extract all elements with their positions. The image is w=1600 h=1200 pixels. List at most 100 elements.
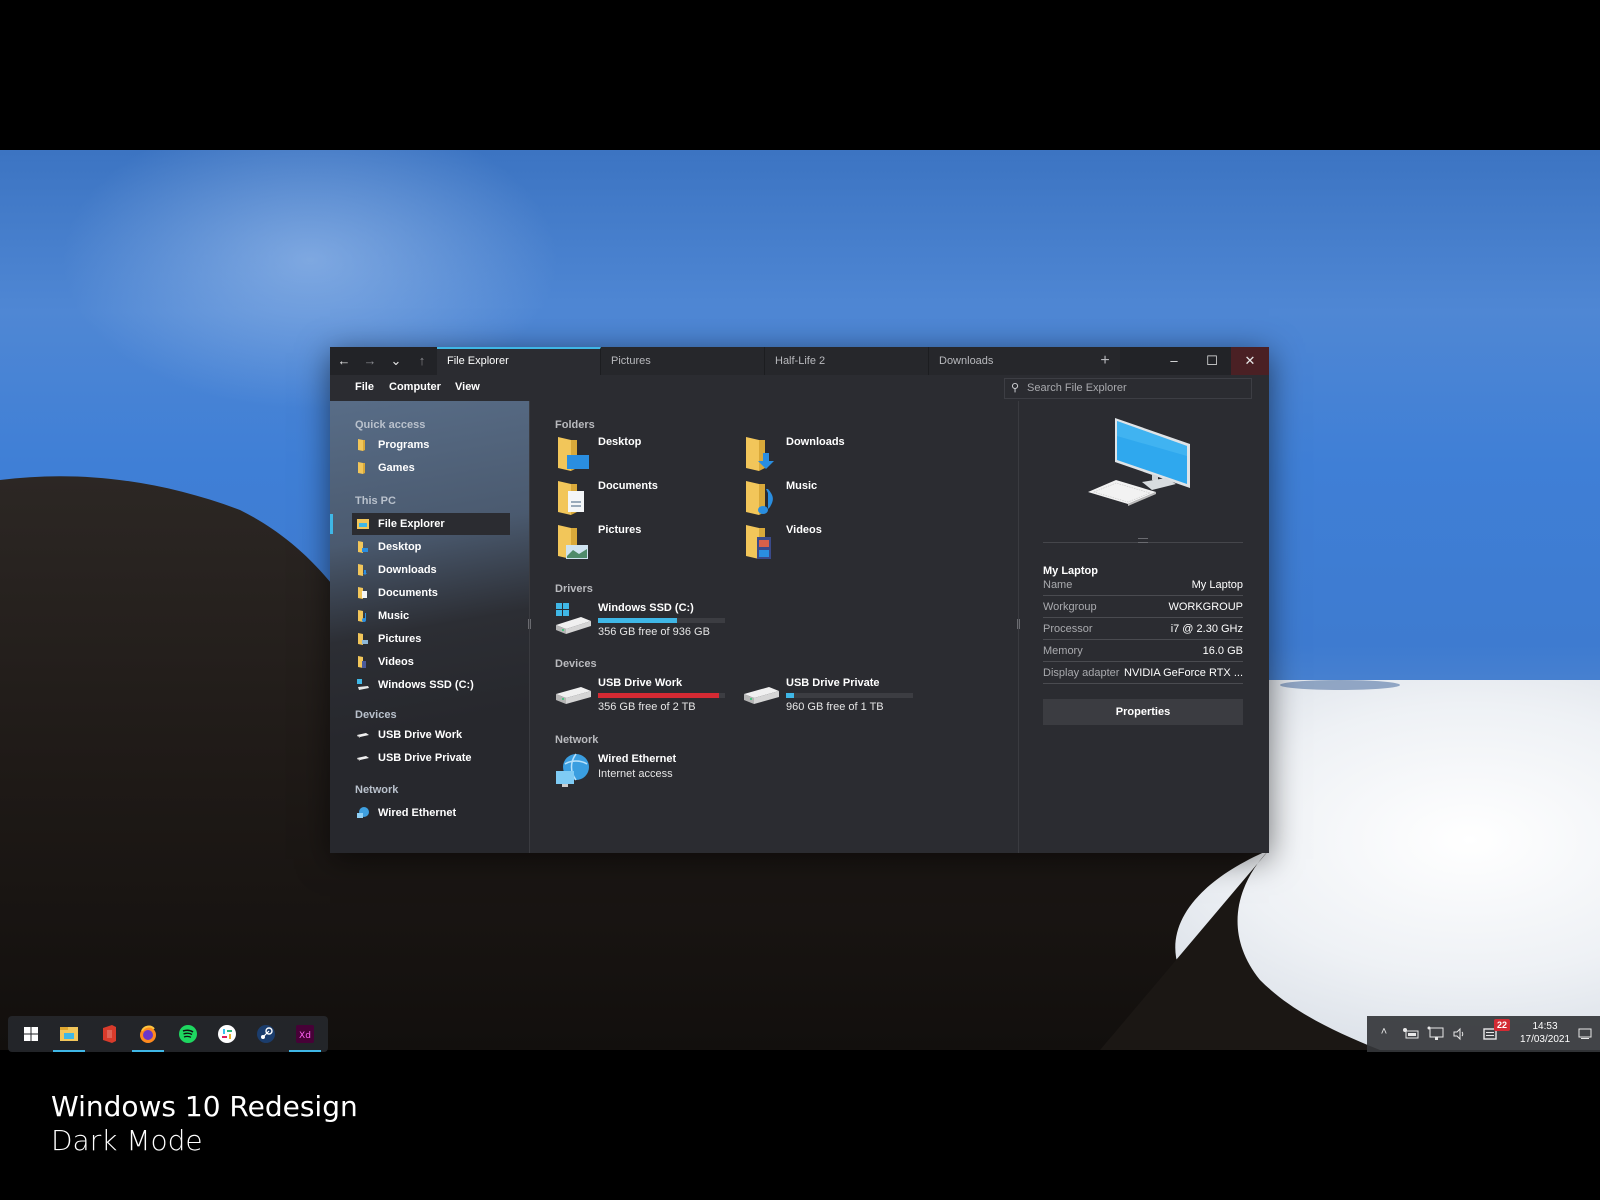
tab-file-explorer[interactable]: File Explorer bbox=[437, 347, 601, 375]
usb-drive-icon bbox=[744, 687, 779, 704]
sidebar-section-quick-access: Quick access bbox=[355, 419, 426, 431]
menu-computer[interactable]: Computer bbox=[389, 381, 441, 393]
sidebar-item-desktop[interactable]: Desktop bbox=[352, 536, 508, 558]
firefox-icon[interactable] bbox=[137, 1023, 159, 1045]
taskbar: Xd bbox=[8, 1016, 328, 1052]
search-icon: ⚲ bbox=[1011, 382, 1020, 394]
clock-time: 14:53 bbox=[1532, 1021, 1558, 1032]
adobe-xd-icon[interactable]: Xd bbox=[294, 1023, 316, 1045]
forward-button[interactable]: → bbox=[360, 352, 380, 370]
device-tile-usb-drive-work[interactable]: USB Drive Work 356 GB free of 2 TB bbox=[555, 676, 735, 716]
network-status-icon[interactable] bbox=[1427, 1026, 1445, 1042]
menu-file[interactable]: File bbox=[355, 381, 374, 393]
volume-icon[interactable] bbox=[1452, 1027, 1468, 1041]
system-tray: ˄ 22 14:53 17/03/2021 bbox=[1367, 1016, 1600, 1052]
file-explorer-window: ← → ⌄ ↑ File Explorer Pictures Half-Life… bbox=[330, 347, 1269, 853]
documents-folder-icon bbox=[558, 481, 584, 515]
properties-button[interactable]: Properties bbox=[1043, 699, 1243, 725]
documents-folder-icon bbox=[358, 587, 367, 599]
sidebar-item-music[interactable]: Music bbox=[352, 605, 508, 627]
close-button[interactable]: ✕ bbox=[1231, 347, 1269, 375]
up-button[interactable]: ↑ bbox=[412, 352, 432, 370]
caption-title: Windows 10 Redesign bbox=[51, 1090, 358, 1123]
property-value: My Laptop bbox=[1191, 579, 1243, 591]
device-usage-fill bbox=[786, 693, 794, 698]
property-value: WORKGROUP bbox=[1168, 601, 1243, 613]
property-value: 16.0 GB bbox=[1202, 645, 1243, 657]
videos-folder-icon bbox=[358, 656, 366, 668]
music-folder-icon bbox=[358, 610, 366, 622]
sidebar-item-file-explorer[interactable]: File Explorer bbox=[352, 513, 510, 535]
drivers-heading: Drivers bbox=[555, 583, 593, 595]
sidebar-item-label: Windows SSD (C:) bbox=[378, 679, 474, 691]
network-tile-wired-ethernet[interactable]: Wired Ethernet Internet access bbox=[555, 752, 735, 792]
sidebar-item-label: Games bbox=[378, 462, 415, 474]
show-hidden-icons-chevron[interactable]: ˄ bbox=[1374, 1026, 1394, 1038]
folder-tile-music[interactable]: Music bbox=[743, 479, 923, 519]
spotify-icon[interactable] bbox=[177, 1023, 199, 1045]
folder-tile-desktop[interactable]: Desktop bbox=[555, 435, 735, 475]
minimize-button[interactable]: – bbox=[1155, 347, 1193, 375]
downloads-folder-icon bbox=[746, 437, 774, 471]
device-tile-usb-drive-private[interactable]: USB Drive Private 960 GB free of 1 TB bbox=[743, 676, 923, 716]
sidebar-item-label: Programs bbox=[378, 439, 430, 451]
sidebar-item-games[interactable]: Games bbox=[352, 457, 508, 479]
usb-drive-icon bbox=[556, 687, 591, 704]
desktop-folder-icon bbox=[358, 541, 368, 553]
sidebar-item-label: Downloads bbox=[378, 564, 437, 576]
folder-tile-documents[interactable]: Documents bbox=[555, 479, 735, 519]
device-free-space: 960 GB free of 1 TB bbox=[786, 701, 884, 713]
tab-pictures[interactable]: Pictures bbox=[601, 347, 765, 375]
network-heading: Network bbox=[555, 734, 599, 746]
sidebar-item-windows-ssd[interactable]: Windows SSD (C:) bbox=[352, 674, 508, 696]
tab-downloads[interactable]: Downloads bbox=[929, 347, 1093, 375]
drive-tile-windows-ssd[interactable]: Windows SSD (C:) 356 GB free of 936 GB bbox=[555, 601, 735, 641]
drive-name: Windows SSD (C:) bbox=[598, 602, 694, 614]
details-resize-grip[interactable] bbox=[1138, 538, 1148, 543]
folder-tile-videos[interactable]: Videos bbox=[743, 523, 923, 563]
windows-start-icon[interactable] bbox=[20, 1023, 42, 1045]
menu-view[interactable]: View bbox=[455, 381, 480, 393]
sidebar-item-programs[interactable]: Programs bbox=[352, 434, 508, 456]
folder-name: Desktop bbox=[598, 436, 642, 448]
sidebar-item-wired-ethernet[interactable]: Wired Ethernet bbox=[352, 802, 508, 824]
search-input[interactable]: ⚲ Search File Explorer bbox=[1004, 378, 1252, 399]
folder-name: Videos bbox=[786, 524, 822, 536]
drive-free-space: 356 GB free of 936 GB bbox=[598, 626, 710, 638]
new-tab-button[interactable]: + bbox=[1090, 347, 1120, 375]
slack-icon[interactable] bbox=[216, 1023, 238, 1045]
property-row-name: Name My Laptop bbox=[1043, 575, 1243, 596]
sidebar-item-videos[interactable]: Videos bbox=[352, 651, 508, 673]
sidebar-section-network: Network bbox=[355, 784, 399, 796]
selection-indicator bbox=[330, 514, 333, 534]
file-explorer-icon[interactable] bbox=[58, 1023, 80, 1045]
desktop-folder-icon bbox=[558, 437, 589, 471]
sidebar-item-downloads[interactable]: Downloads bbox=[352, 559, 508, 581]
network-icon bbox=[357, 807, 369, 818]
device-usage-bar bbox=[786, 693, 913, 698]
office-icon[interactable] bbox=[98, 1023, 120, 1045]
property-row-memory: Memory 16.0 GB bbox=[1043, 641, 1243, 662]
sidebar-resize-grip[interactable] bbox=[528, 619, 531, 629]
battery-icon[interactable] bbox=[1402, 1027, 1420, 1041]
show-desktop-icon[interactable] bbox=[1578, 1028, 1592, 1040]
sidebar-item-usb-drive-private[interactable]: USB Drive Private bbox=[352, 747, 508, 769]
title-bar: ← → ⌄ ↑ File Explorer Pictures Half-Life… bbox=[330, 347, 1269, 375]
tab-half-life-2[interactable]: Half-Life 2 bbox=[765, 347, 929, 375]
music-folder-icon bbox=[746, 481, 773, 515]
network-name: Wired Ethernet bbox=[598, 753, 677, 765]
folder-tile-downloads[interactable]: Downloads bbox=[743, 435, 923, 475]
folder-name: Downloads bbox=[786, 436, 845, 448]
folder-tile-pictures[interactable]: Pictures bbox=[555, 523, 735, 563]
sidebar-item-pictures[interactable]: Pictures bbox=[352, 628, 508, 650]
sidebar-item-documents[interactable]: Documents bbox=[352, 582, 508, 604]
back-button[interactable]: ← bbox=[334, 352, 354, 370]
sidebar-item-usb-drive-work[interactable]: USB Drive Work bbox=[352, 724, 508, 746]
device-usage-bar bbox=[598, 693, 725, 698]
maximize-button[interactable]: ☐ bbox=[1193, 347, 1231, 375]
property-key: Name bbox=[1043, 579, 1073, 591]
clock[interactable]: 14:53 17/03/2021 bbox=[1515, 1020, 1575, 1046]
steam-icon[interactable] bbox=[255, 1023, 277, 1045]
sidebar-item-label: Desktop bbox=[378, 541, 422, 553]
recent-locations-button[interactable]: ⌄ bbox=[386, 352, 406, 370]
